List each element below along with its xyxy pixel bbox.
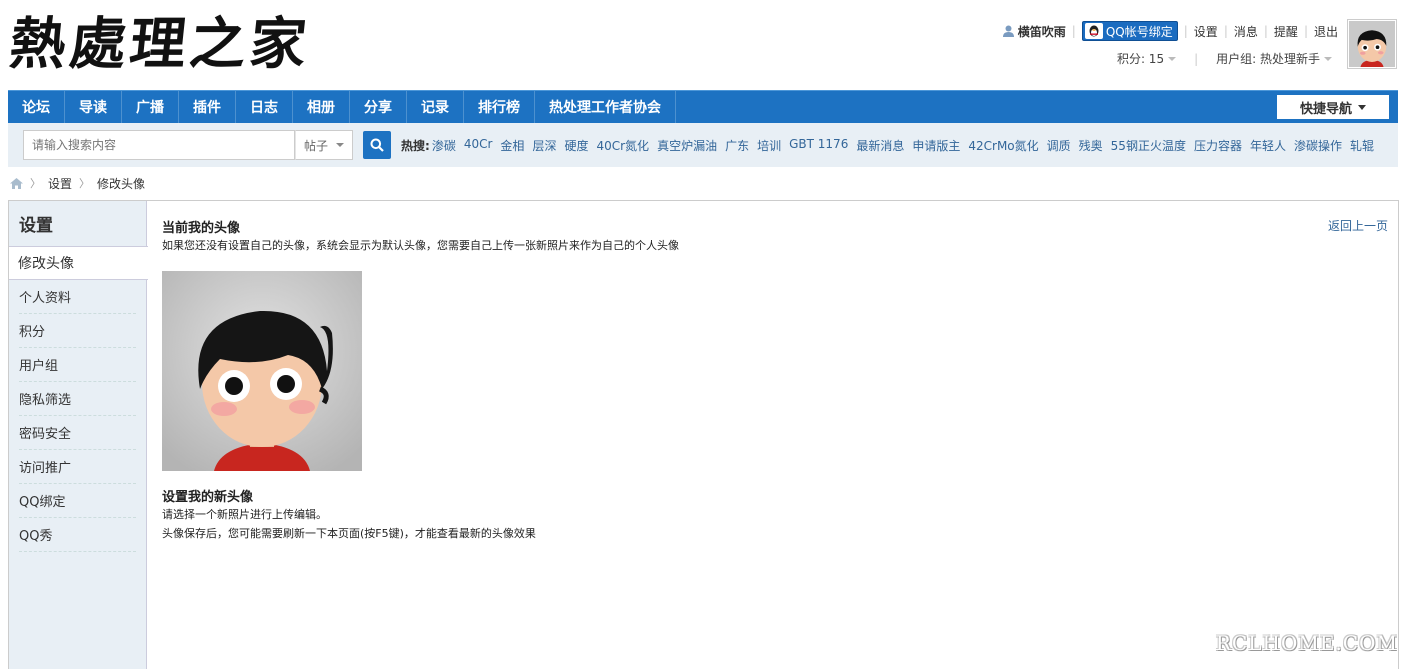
- hot-search-term[interactable]: 40Cr氮化: [596, 137, 649, 154]
- hot-search-term[interactable]: 真空炉漏油: [657, 137, 717, 154]
- divider: |: [1183, 24, 1188, 38]
- chevron-right-icon: 〉: [30, 177, 41, 190]
- hot-search-term[interactable]: 层深: [532, 137, 556, 154]
- nav-item-broadcast[interactable]: 广播: [122, 91, 179, 123]
- site-logo[interactable]: 熱處理之家: [7, 8, 314, 80]
- back-link[interactable]: 返回上一页: [1328, 217, 1388, 234]
- nav-item-guide[interactable]: 导读: [65, 91, 122, 123]
- sidebar-item-usergroup[interactable]: 用户组: [19, 348, 136, 382]
- hot-search-term[interactable]: 调质: [1047, 137, 1071, 154]
- hot-search-term[interactable]: 申请版主: [912, 137, 960, 154]
- sidebar-item-promotion[interactable]: 访问推广: [19, 450, 136, 484]
- sidebar-item-avatar[interactable]: 修改头像: [9, 246, 148, 280]
- nav-item-association[interactable]: 热处理工作者协会: [535, 91, 676, 123]
- divider: |: [1071, 24, 1076, 38]
- hot-search-label: 热搜:: [401, 138, 430, 153]
- reminders-link[interactable]: 提醒: [1274, 23, 1298, 40]
- nav-item-share[interactable]: 分享: [350, 91, 407, 123]
- user-stats: 积分: 15 | 用户组: 热处理新手: [1117, 50, 1332, 67]
- nav-item-forum[interactable]: 论坛: [8, 91, 65, 123]
- user-group-label: 用户组: 热处理新手: [1216, 52, 1320, 66]
- points-menu[interactable]: 积分: 15: [1116, 50, 1177, 67]
- hot-search-list: 渗碳 40Cr 金相 层深 硬度 40Cr氮化 真空炉漏油 广东 培训 GBT …: [432, 137, 1382, 154]
- nav-item-ranking[interactable]: 排行榜: [464, 91, 535, 123]
- nav-item-plugins[interactable]: 插件: [179, 91, 236, 123]
- user-bar: 横笛吹雨 | QQ帐号绑定 | 设置 | 消息 | 提醒 | 退出: [1002, 21, 1338, 41]
- divider: |: [1194, 51, 1199, 66]
- new-avatar-title: 设置我的新头像: [162, 490, 254, 505]
- page: 熱處理之家 横笛吹雨 | QQ帐号绑定 | 设置 | 消息 | 提醒 | 退出 …: [0, 0, 1406, 669]
- avatar-image: [1349, 21, 1395, 67]
- logout-link[interactable]: 退出: [1314, 23, 1338, 40]
- watermark: RCLHOME.COM: [1215, 631, 1398, 655]
- new-avatar-desc-2: 头像保存后，您可能需要刷新一下本页面(按F5键)，才能查看最新的头像效果: [162, 527, 536, 540]
- sidebar-item-qq-show[interactable]: QQ秀: [19, 518, 136, 552]
- new-avatar-desc-1: 请选择一个新照片进行上传编辑。: [162, 508, 327, 521]
- logo-text: 熱處理之家: [6, 11, 314, 77]
- hot-search-term[interactable]: 42CrMo氮化: [968, 137, 1038, 154]
- divider: |: [1263, 24, 1268, 38]
- current-avatar-title: 当前我的头像: [162, 221, 241, 236]
- home-icon[interactable]: [10, 177, 23, 189]
- chevron-down-icon: [1358, 104, 1366, 110]
- sidebar-item-points[interactable]: 积分: [19, 314, 136, 348]
- hot-search-term[interactable]: 渗碳操作: [1294, 137, 1342, 154]
- main-panel: 返回上一页 当前我的头像 如果您还没有设置自己的头像，系统会显示为默认头像，您需…: [162, 217, 1388, 543]
- chevron-down-icon: [1324, 57, 1332, 61]
- hot-search-term[interactable]: 金相: [500, 137, 524, 154]
- qq-bind-button[interactable]: QQ帐号绑定: [1081, 21, 1178, 41]
- settings-sidebar: 设置 修改头像 个人资料 积分 用户组 隐私筛选 密码安全 访问推广 QQ绑定 …: [9, 201, 148, 669]
- breadcrumb-settings[interactable]: 设置: [48, 175, 72, 192]
- hot-search-term[interactable]: 55钢正火温度: [1111, 137, 1186, 154]
- sidebar-item-qq-bind[interactable]: QQ绑定: [19, 484, 136, 518]
- breadcrumb: 〉 设置 〉 修改头像: [10, 175, 145, 191]
- main-nav: 论坛 导读 广播 插件 日志 相册 分享 记录 排行榜 热处理工作者协会 快捷导…: [8, 90, 1398, 123]
- search-button[interactable]: [363, 131, 391, 159]
- messages-link[interactable]: 消息: [1234, 23, 1258, 40]
- hot-search-term[interactable]: 硬度: [564, 137, 588, 154]
- sidebar-title: 设置: [19, 216, 53, 236]
- chevron-down-icon: [1168, 57, 1177, 61]
- user-group-menu[interactable]: 用户组: 热处理新手: [1216, 50, 1332, 67]
- search-input[interactable]: [23, 130, 295, 160]
- quick-nav-label: 快捷导航: [1299, 101, 1352, 117]
- qq-penguin-icon: [1084, 23, 1103, 39]
- breadcrumb-current: 修改头像: [97, 176, 146, 191]
- search-type-select[interactable]: 帖子: [295, 130, 353, 160]
- hot-search-term[interactable]: 40Cr: [464, 137, 493, 154]
- hot-search-term[interactable]: 渗碳: [432, 137, 456, 154]
- hot-search-term[interactable]: 年轻人: [1250, 137, 1286, 154]
- current-avatar: [162, 271, 362, 471]
- hot-search-term[interactable]: 压力容器: [1194, 137, 1242, 154]
- chevron-down-icon: [336, 143, 344, 147]
- search-type-label: 帖子: [304, 138, 329, 153]
- nav-item-records[interactable]: 记录: [407, 91, 464, 123]
- settings-link[interactable]: 设置: [1194, 23, 1218, 40]
- sidebar-item-password[interactable]: 密码安全: [19, 416, 136, 450]
- default-avatar-image: [162, 271, 362, 471]
- hot-search-term[interactable]: 残奥: [1079, 137, 1103, 154]
- sidebar-item-profile[interactable]: 个人资料: [19, 280, 136, 314]
- qq-bind-label: QQ帐号绑定: [1105, 24, 1173, 39]
- current-avatar-desc: 如果您还没有设置自己的头像，系统会显示为默认头像，您需要自己上传一张新照片来作为…: [162, 239, 679, 252]
- nav-item-album[interactable]: 相册: [293, 91, 350, 123]
- hot-search-term[interactable]: 轧辊: [1350, 137, 1374, 154]
- divider: |: [1223, 24, 1228, 38]
- points-label: 积分: 15: [1116, 52, 1165, 66]
- header-avatar[interactable]: [1347, 19, 1397, 69]
- hot-search-term[interactable]: GBT 1176: [789, 137, 848, 154]
- search-icon: [370, 138, 384, 152]
- user-icon: [1002, 25, 1014, 37]
- chevron-right-icon: 〉: [79, 177, 91, 190]
- quick-nav-button[interactable]: 快捷导航: [1277, 95, 1389, 119]
- search-bar: 帖子 热搜: 渗碳 40Cr 金相 层深 硬度 40Cr氮化 真空炉漏油 广东 …: [8, 123, 1398, 167]
- sidebar-item-privacy[interactable]: 隐私筛选: [19, 382, 136, 416]
- divider: |: [1303, 24, 1308, 38]
- hot-search-term[interactable]: 最新消息: [856, 137, 904, 154]
- username-link[interactable]: 横笛吹雨: [1018, 23, 1066, 40]
- hot-search-term[interactable]: 培训: [757, 137, 781, 154]
- nav-item-blog[interactable]: 日志: [236, 91, 293, 123]
- content-box: 设置 修改头像 个人资料 积分 用户组 隐私筛选 密码安全 访问推广 QQ绑定 …: [8, 200, 1399, 669]
- hot-search-term[interactable]: 广东: [725, 137, 749, 154]
